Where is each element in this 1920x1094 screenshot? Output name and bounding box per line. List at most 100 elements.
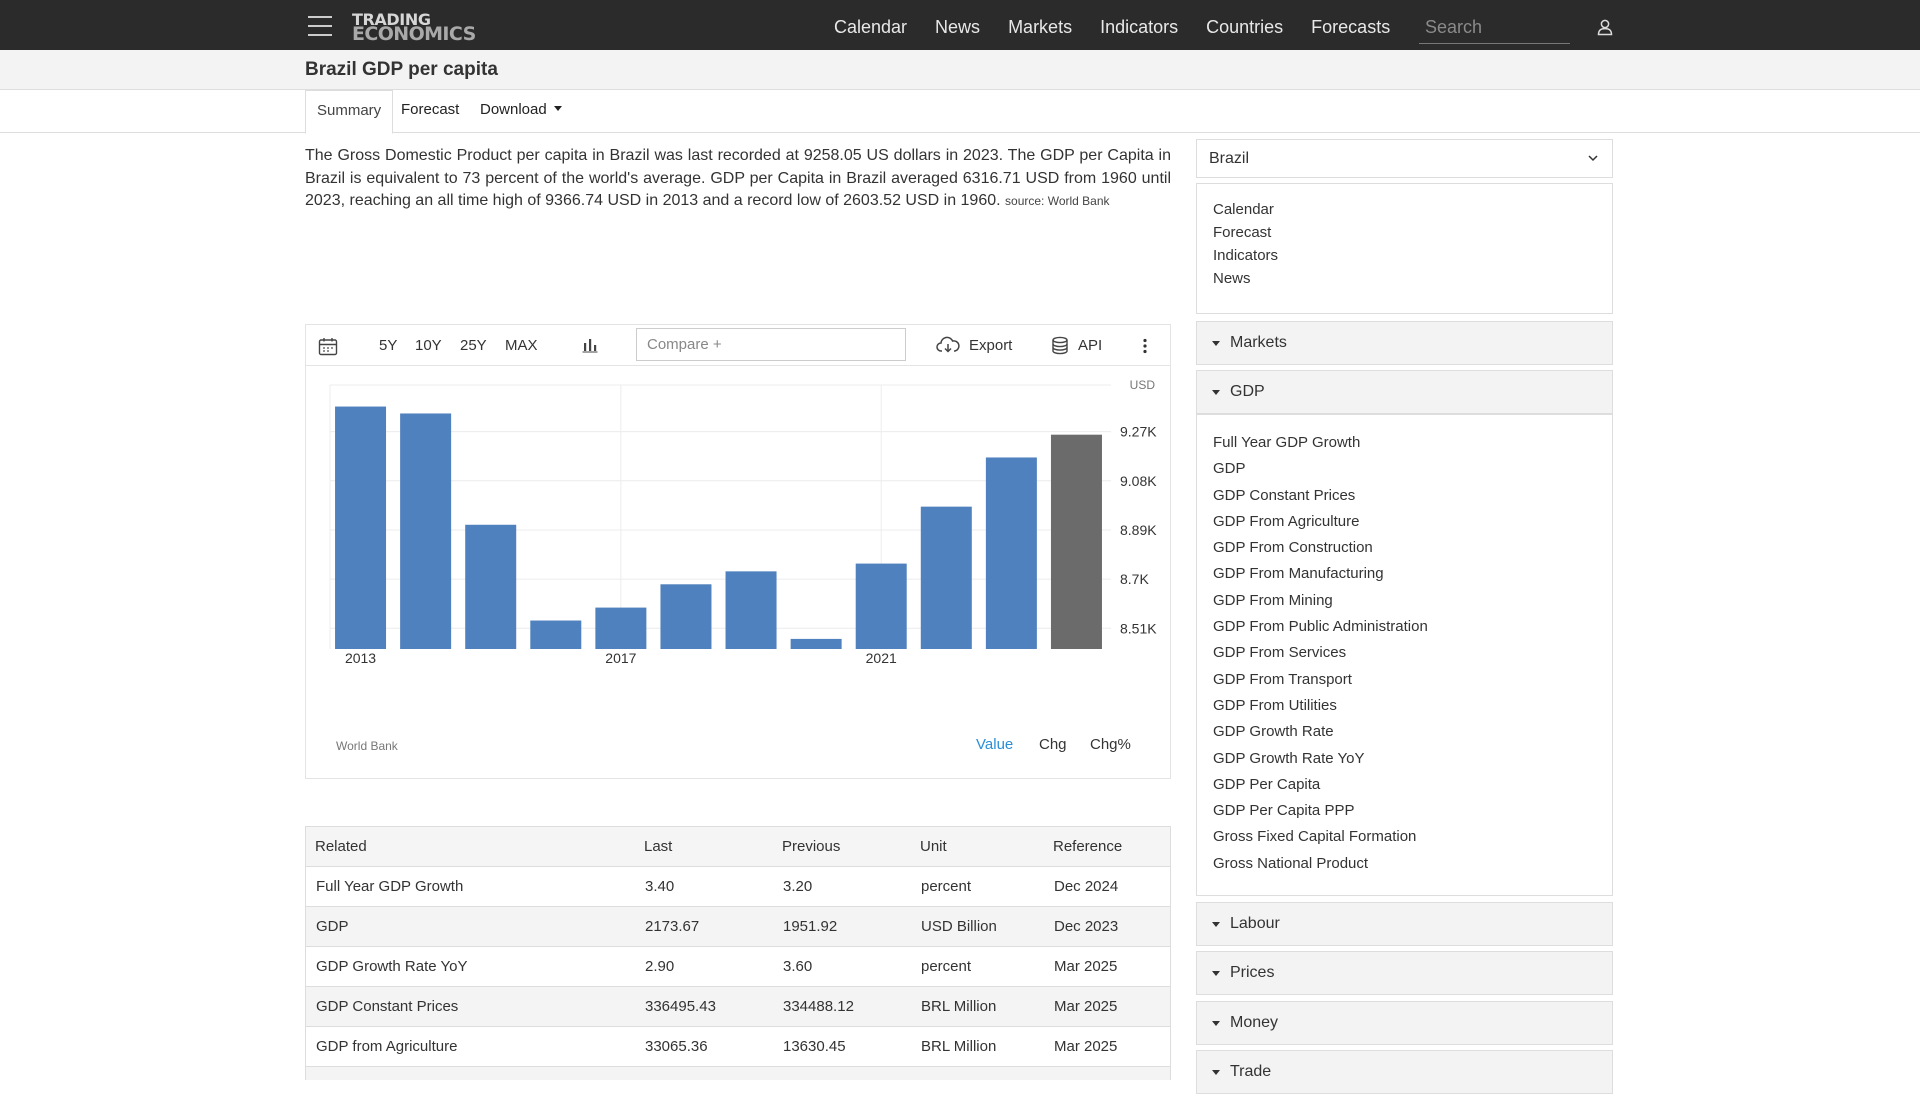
cell-name[interactable]: GDP from Agriculture [306,1026,635,1067]
gdp-item[interactable]: GDP Per Capita PPP [1213,802,1612,819]
gdp-item[interactable]: GDP Per Capita [1213,776,1612,793]
cell-last: 33065.36 [635,1026,773,1067]
header-reference: Reference [1044,826,1170,867]
section-trade[interactable]: Trade [1196,1050,1613,1094]
caret-down-icon [1212,341,1220,346]
quick-link-indicators[interactable]: Indicators [1213,247,1612,264]
tab-summary[interactable]: Summary [305,90,394,134]
gdp-item[interactable]: GDP From Construction [1213,539,1612,556]
quick-link-news[interactable]: News [1213,270,1612,287]
section-money[interactable]: Money [1196,1001,1613,1045]
logo[interactable]: TRADING ECONOMICS [352,12,476,44]
nav-link-markets[interactable]: Markets [1008,17,1072,38]
page-title: Brazil GDP per capita [305,59,498,80]
cell-unit: BRL Million [911,986,1044,1027]
table-row[interactable]: GDP Constant Prices 336495.43 334488.12 BRL… [306,986,1170,1027]
nav-link-indicators[interactable]: Indicators [1100,17,1178,38]
gdp-item[interactable]: GDP From Public Administration [1213,618,1612,635]
api-button[interactable]: API [1078,337,1102,354]
cell-name[interactable]: GDP [306,906,635,947]
gdp-item[interactable]: GDP From Agriculture [1213,513,1612,530]
nav-link-calendar[interactable]: Calendar [834,17,907,38]
table-row[interactable]: Full Year GDP Growth 3.40 3.20 percent Dec 2… [306,866,1170,907]
bar [595,607,647,649]
cell-unit: USD Billion [911,906,1044,947]
bar [400,413,452,649]
range-max-button[interactable]: MAX [505,337,538,354]
bar [725,571,777,649]
mode-chg-button[interactable]: Chg [1039,736,1067,753]
mode-chg-percent-button[interactable]: Chg% [1090,736,1131,753]
description: The Gross Domestic Product per capita in… [305,145,1171,213]
search-input[interactable] [1419,13,1570,41]
gdp-item[interactable]: GDP From Manufacturing [1213,565,1612,582]
bar [855,563,907,649]
section-money-label: Money [1230,1014,1279,1031]
range-25y-button[interactable]: 25Y [460,337,487,354]
chart-source: World Bank [336,739,398,753]
section-markets[interactable]: Markets [1196,321,1613,365]
quick-link-forecast[interactable]: Forecast [1213,224,1612,241]
header-unit: Unit [911,826,1044,867]
gdp-item[interactable]: GDP Constant Prices [1213,487,1612,504]
section-prices[interactable]: Prices [1196,951,1613,995]
section-labour[interactable]: Labour [1196,902,1613,946]
caret-down-icon [1212,922,1220,927]
nav-link-news[interactable]: News [935,17,980,38]
x-tick-label: 2017 [605,650,636,666]
quick-links-box: Calendar Forecast Indicators News [1196,183,1613,314]
gdp-item[interactable]: GDP Growth Rate YoY [1213,750,1612,767]
bar [530,620,582,649]
gdp-item[interactable]: GDP Growth Rate [1213,723,1612,740]
unit-label: USD [1130,378,1156,392]
gdp-item[interactable]: GDP From Utilities [1213,697,1612,714]
gdp-item[interactable]: GDP From Transport [1213,671,1612,688]
tab-download[interactable]: Download [469,90,573,133]
chevron-down-icon [1588,155,1598,162]
tab-forecast[interactable]: Forecast [390,90,470,133]
more-vertical-icon[interactable] [1142,338,1148,354]
quick-link-calendar[interactable]: Calendar [1213,201,1612,218]
chart-type-icon[interactable] [582,337,598,353]
section-labour-label: Labour [1230,915,1280,932]
cell-last: 2173.67 [635,906,773,947]
nav-link-countries[interactable]: Countries [1206,17,1283,38]
table-row[interactable]: GDP from Construction16626.6717064.56BRL… [306,1066,1170,1080]
tab-bar: Summary Forecast Download [0,90,1920,134]
cloud-download-icon[interactable] [936,336,960,354]
table-row[interactable]: GDP 2173.67 1951.92 USD Billion Dec 2023 [306,906,1170,947]
range-10y-button[interactable]: 10Y [415,337,442,354]
cell-name[interactable]: GDP from Construction [306,1066,635,1080]
gdp-items-box: Full Year GDP Growth GDP GDP Constant Pr… [1196,414,1613,896]
cell-reference: Dec 2024 [1044,866,1170,907]
range-5y-button[interactable]: 5Y [379,337,397,354]
calendar-icon[interactable] [318,337,338,356]
section-gdp[interactable]: GDP [1196,370,1613,414]
gdp-item[interactable]: GDP From Mining [1213,592,1612,609]
table-row[interactable]: GDP Growth Rate YoY 2.90 3.60 percent Mar 20… [306,946,1170,987]
cell-name[interactable]: GDP Constant Prices [306,986,635,1027]
cell-previous: 1951.92 [773,906,911,947]
gdp-item[interactable]: Full Year GDP Growth [1213,434,1612,451]
cell-last: 3.40 [635,866,773,907]
cell-previous: 334488.12 [773,986,911,1027]
export-button[interactable]: Export [969,337,1012,354]
nav-link-forecasts[interactable]: Forecasts [1311,17,1390,38]
menu-icon[interactable] [308,16,332,36]
gdp-item[interactable]: GDP [1213,460,1612,477]
compare-input[interactable]: Compare + [636,328,906,361]
bar [920,506,972,649]
gdp-item[interactable]: GDP From Services [1213,644,1612,661]
user-icon[interactable] [1596,18,1614,36]
cell-unit: BRL Million [911,1026,1044,1067]
table-row[interactable]: GDP from Agriculture 33065.36 13630.45 BRL … [306,1026,1170,1067]
cell-name[interactable]: GDP Growth Rate YoY [306,946,635,987]
table-header-row: Related Last Previous Unit Reference [306,826,1170,867]
database-icon[interactable] [1051,336,1069,355]
country-select[interactable]: Brazil [1196,139,1613,178]
gdp-item[interactable]: Gross Fixed Capital Formation [1213,828,1612,845]
cell-name[interactable]: Full Year GDP Growth [306,866,635,907]
gdp-item[interactable]: Gross National Product [1213,855,1612,872]
chart-toolbar: 5Y 10Y 25Y MAX Compare + Export API [306,325,1170,366]
mode-value-button[interactable]: Value [976,736,1013,753]
